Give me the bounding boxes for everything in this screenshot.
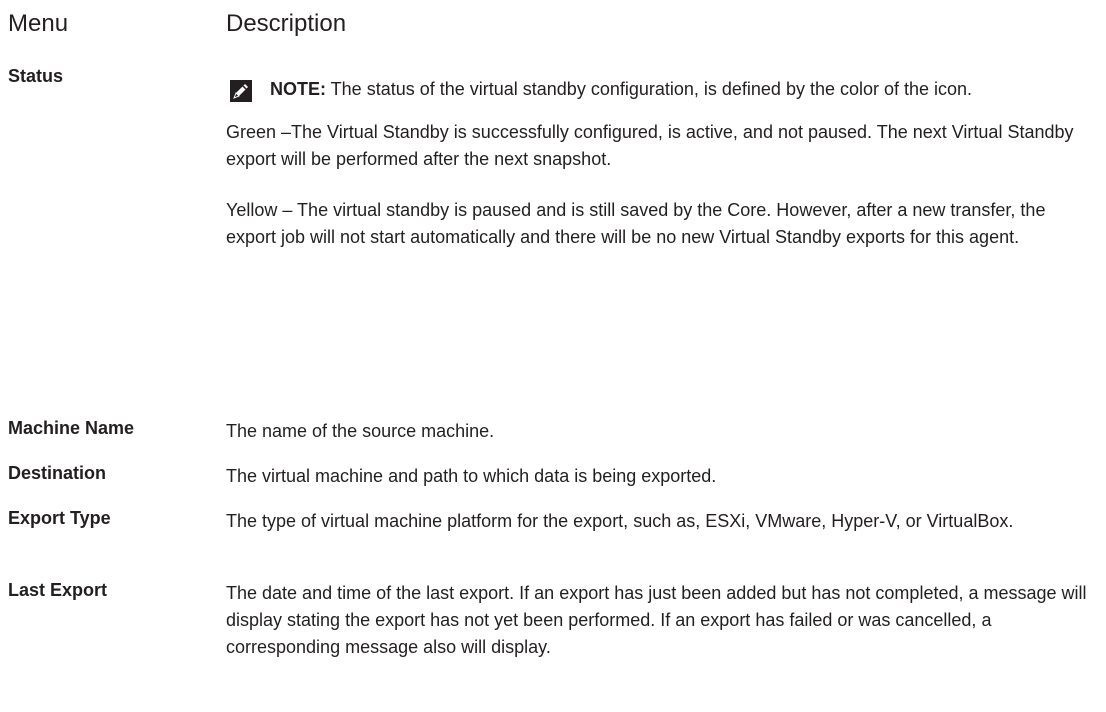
description-column-header: Description: [226, 10, 347, 37]
term-last-export: Last Export: [8, 580, 108, 600]
pencil-note-icon: [230, 80, 252, 102]
table-header: Menu Description: [8, 10, 1098, 46]
term-export-type: Export Type: [8, 508, 111, 528]
document-page: Menu Description Status NOTE: The status…: [0, 0, 1106, 712]
status-green-paragraph: Green –The Virtual Standby is successful…: [226, 122, 1074, 169]
term-status: Status: [8, 66, 64, 86]
description-destination: The virtual machine and path to which da…: [226, 466, 717, 486]
menu-column-header: Menu: [8, 10, 69, 37]
term-machine-name: Machine Name: [8, 418, 135, 438]
description-last-export: The date and time of the last export. If…: [226, 583, 1087, 657]
note-block: NOTE: The status of the virtual standby …: [226, 76, 1096, 103]
status-yellow-paragraph: Yellow – The virtual standby is paused a…: [226, 200, 1046, 247]
term-destination: Destination: [8, 463, 107, 483]
note-label: NOTE:: [270, 79, 326, 99]
note-text: The status of the virtual standby config…: [326, 79, 973, 99]
description-status: NOTE: The status of the virtual standby …: [226, 76, 1096, 267]
description-export-type: The type of virtual machine platform for…: [226, 511, 1014, 531]
description-machine-name: The name of the source machine.: [226, 421, 495, 441]
